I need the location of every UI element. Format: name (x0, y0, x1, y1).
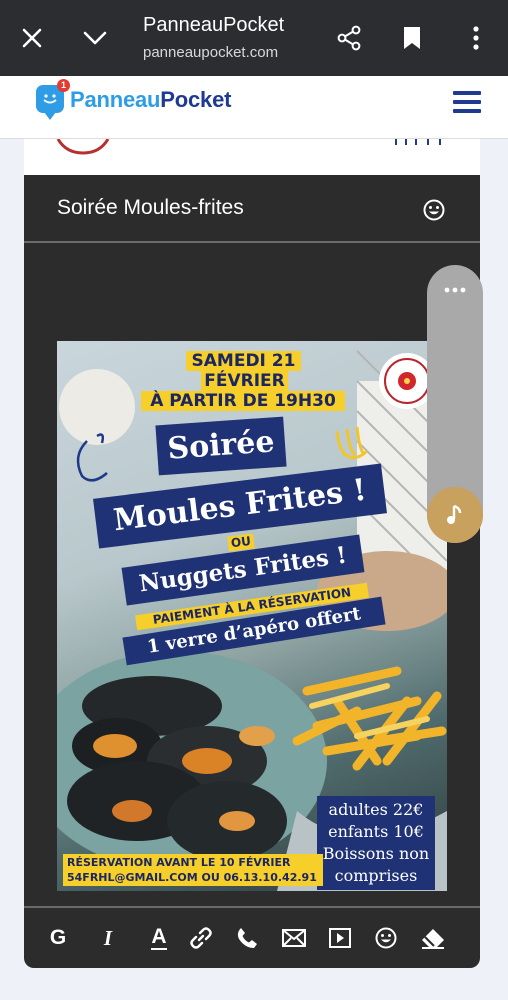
more-horiz-icon[interactable] (444, 287, 466, 293)
site-header: 1 PanneauPocket (0, 76, 508, 139)
bookmark-icon[interactable] (390, 16, 434, 60)
italic-button[interactable]: I (94, 924, 122, 952)
poster-reservation-line1: RÉSERVATION AVANT LE 10 FÉVRIER (67, 856, 291, 869)
event-poster-image[interactable]: SAMEDI 21 FÉVRIER À PARTIR DE 19H30 Soir… (57, 341, 447, 891)
link-icon[interactable] (187, 924, 215, 952)
card-date-fragment (395, 139, 441, 145)
poster-date-line2: FÉVRIER (201, 371, 288, 391)
notification-badge: 1 (57, 79, 70, 92)
chevron-down-icon[interactable] (73, 16, 117, 60)
poster-drinks-line2: comprises (334, 866, 418, 885)
poster-date-line1: SAMEDI 21 (186, 351, 301, 371)
close-icon[interactable] (10, 16, 54, 60)
email-icon[interactable] (280, 924, 308, 952)
floating-action-pill[interactable] (427, 265, 483, 543)
poster-drinks-line1: Boissons non (322, 844, 430, 863)
more-vert-icon[interactable] (454, 16, 498, 60)
smiley-icon[interactable] (423, 199, 445, 221)
logo-icon[interactable]: 1 (36, 79, 70, 113)
previous-card-fragment (24, 139, 480, 175)
bold-button[interactable]: G (44, 924, 72, 952)
browser-toolbar: PanneauPocket panneaupocket.com (0, 0, 508, 76)
post-card: Soirée Moules-frites SAMEDI 21 FÉVRIER À… (24, 175, 480, 968)
town-crest-icon (56, 139, 110, 155)
eraser-icon[interactable] (419, 924, 447, 952)
emoji-icon[interactable] (372, 924, 400, 952)
logo-text-part1: Panneau (70, 87, 161, 112)
logo-tail (44, 112, 56, 120)
share-icon[interactable] (327, 16, 371, 60)
poster-price-box: adultes 22€ enfants 10€ Boissons non com… (317, 796, 435, 890)
poster-heading-soiree: Soirée (155, 416, 287, 476)
editor-toolbar: G I A (24, 906, 480, 968)
logo-text-part2: Pocket (160, 87, 232, 112)
browser-page-title: PanneauPocket (143, 14, 285, 36)
hamburger-menu-icon[interactable] (453, 91, 481, 115)
video-icon[interactable] (326, 924, 354, 952)
site-logo[interactable]: PanneauPocket (70, 87, 231, 113)
poster-price-children: enfants 10€ (328, 822, 424, 841)
text-color-button[interactable]: A (145, 924, 173, 952)
poster-date-line3: À PARTIR DE 19H30 (141, 391, 345, 411)
text-color-label: A (151, 925, 167, 950)
music-note-icon[interactable] (427, 487, 483, 543)
browser-url[interactable]: panneaupocket.com (143, 44, 278, 61)
poster-reservation-line2: 54FRHL@GMAIL.COM OU 06.13.10.42.91 (67, 871, 317, 884)
phone-icon[interactable] (233, 924, 261, 952)
post-title-bar: Soirée Moules-frites (24, 175, 480, 243)
post-title[interactable]: Soirée Moules-frites (57, 196, 244, 220)
poster-price-adults: adultes 22€ (328, 800, 424, 819)
poster-reservation: RÉSERVATION AVANT LE 10 FÉVRIER 54FRHL@G… (63, 854, 323, 886)
